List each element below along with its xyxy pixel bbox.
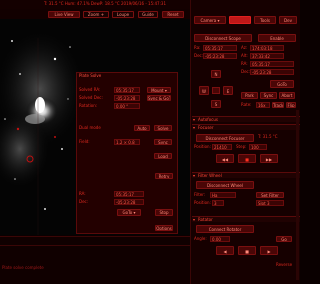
west-button[interactable]: W xyxy=(199,86,209,95)
rotation-label: Rotation: xyxy=(79,103,98,108)
sync-goto-button[interactable]: Sync & GoTo xyxy=(147,95,171,101)
rate-label: Rate: xyxy=(241,102,252,107)
dec-label: Dec: xyxy=(194,53,203,58)
tab-mount[interactable] xyxy=(229,16,251,24)
rotator-go-button[interactable]: Go xyxy=(276,236,292,242)
tab-tools[interactable]: Tools xyxy=(254,16,276,24)
focuser-step-label: Step: xyxy=(236,144,247,149)
connect-rotator-button[interactable]: Connect Rotator xyxy=(196,225,254,233)
rotator-ccw-button[interactable]: ◀ xyxy=(216,246,234,255)
az-value: 174:03:18 xyxy=(250,45,284,51)
track-button[interactable]: Track xyxy=(272,102,284,108)
solve-button[interactable]: Solve xyxy=(154,125,172,131)
log-panel: Plate solve complete xyxy=(0,236,190,284)
south-button[interactable]: S xyxy=(211,100,221,108)
slot-select[interactable]: Slot 3 xyxy=(256,200,284,206)
sync-button[interactable]: Sync xyxy=(154,139,172,145)
panel-scrollbar[interactable] xyxy=(296,110,299,280)
filter-label: Filter: xyxy=(194,192,206,197)
log-line: Plate solve complete xyxy=(2,265,44,270)
target-ra-label: RA: xyxy=(79,191,86,196)
rotation-value: 0.00 ° xyxy=(114,103,140,109)
solved-ra-label: Solved RA: xyxy=(79,87,101,92)
focus-out-button[interactable]: ▶▶ xyxy=(260,154,278,163)
ra-label: Ra: xyxy=(194,45,201,50)
filter-position-label: Position: xyxy=(194,200,211,205)
goto-select[interactable]: GoTo ▾ xyxy=(117,209,141,216)
set-filter-button[interactable]: Set Filter xyxy=(256,192,284,198)
plate-solve-dialog: Plate Solve Solved RA: 05:35:17 Mount ▾ … xyxy=(76,72,178,234)
dialog-title: Plate Solve xyxy=(79,73,102,78)
tab-dev[interactable]: Dev xyxy=(279,16,297,24)
target-dec-input[interactable]: -05:23:28 xyxy=(250,69,294,75)
rotator-angle-input[interactable]: 0.00 xyxy=(210,236,230,242)
reverse-label[interactable]: Reverse xyxy=(276,262,298,268)
toolbar: Live View Zoom + Loupe Guide Reset xyxy=(0,9,190,19)
focuser-position-label: Position: xyxy=(194,144,211,149)
alt-value: 37:33:42 xyxy=(250,53,284,59)
target-ra-input[interactable]: 05:35:17 xyxy=(250,61,294,67)
target-ra-value[interactable]: 05:35:17 xyxy=(114,191,144,197)
field-label: Field: xyxy=(79,139,90,144)
abort-button[interactable]: Abort xyxy=(279,92,295,99)
filter-position-value: 3 xyxy=(212,200,224,206)
image-viewer[interactable]: Plate Solve Solved RA: 05:35:17 Mount ▾ … xyxy=(0,19,190,235)
disconnect-wheel-button[interactable]: Disconnect Wheel xyxy=(196,181,254,189)
focuser-position-value: 21410 xyxy=(212,144,232,150)
filter-wheel-header[interactable]: Filter Wheel xyxy=(192,172,300,179)
flip-button[interactable]: Flip xyxy=(286,102,296,108)
loupe-button[interactable]: Loupe xyxy=(112,11,134,18)
disconnect-scope-button[interactable]: Disconnect Scope xyxy=(194,34,252,42)
target-dec-label: Dec: xyxy=(241,69,250,74)
target-dec-value[interactable]: -05:23:28 xyxy=(114,199,144,205)
stop-button[interactable]: Stop xyxy=(155,209,173,216)
rotator-angle-label: Angle: xyxy=(194,236,207,241)
solved-ra-value: 05:35:17 xyxy=(114,87,140,93)
reset-button[interactable]: Reset xyxy=(162,11,184,18)
guide-button[interactable]: Guide xyxy=(138,11,158,18)
ra-value: 05:35:17 xyxy=(203,45,237,51)
focuser-step-input[interactable]: 100 xyxy=(249,144,267,150)
goto-button[interactable]: GoTo xyxy=(270,80,294,88)
enable-button[interactable]: Enable xyxy=(258,34,296,42)
stop-icon[interactable] xyxy=(212,87,220,94)
alt-label: Alt: xyxy=(241,53,248,58)
target-ra-label: RA: xyxy=(241,61,248,66)
rotator-cw-button[interactable]: ▶ xyxy=(260,246,278,255)
az-label: Az: xyxy=(241,45,248,50)
autofocus-header[interactable]: Autofocus xyxy=(192,116,300,123)
tab-camera[interactable]: Camera ▾ xyxy=(194,16,226,24)
rate-select[interactable]: 16x xyxy=(256,102,270,108)
mode-select[interactable]: Mount ▾ xyxy=(147,87,171,93)
sync-button[interactable]: Sync xyxy=(260,92,277,99)
filter-select[interactable]: Ha xyxy=(210,192,236,198)
zoom-button[interactable]: Zoom + xyxy=(83,11,109,18)
north-button[interactable]: N xyxy=(211,70,221,78)
disconnect-focuser-button[interactable]: Disconnect Focuser xyxy=(196,134,254,142)
log-divider xyxy=(0,245,190,246)
rotator-stop-button[interactable]: ■ xyxy=(238,246,256,255)
load-button[interactable]: Load xyxy=(154,153,172,159)
solved-dec-label: Solved Dec: xyxy=(79,95,103,100)
east-button[interactable]: E xyxy=(223,86,233,95)
live-view-button[interactable]: Live View xyxy=(48,11,80,18)
park-button[interactable]: Park xyxy=(241,92,258,99)
solved-dec-value: -05:23:28 xyxy=(114,95,140,101)
dual-mode-label: Dual mode xyxy=(79,125,101,130)
field-value: 1.2 × 0.8 xyxy=(114,139,140,145)
auto-button[interactable]: Auto xyxy=(134,125,150,131)
focus-stop-button[interactable]: ■ xyxy=(238,154,256,163)
focuser-temp: T: 31.5 °C xyxy=(258,134,278,139)
retry-button[interactable]: Retry xyxy=(155,173,173,179)
rotator-header[interactable]: Rotator xyxy=(192,216,300,223)
focus-in-button[interactable]: ◀◀ xyxy=(216,154,234,163)
focuser-header[interactable]: Focuser xyxy=(192,124,300,131)
dec-value: -05:23:28 xyxy=(203,53,237,59)
target-dec-label: Dec: xyxy=(79,199,89,204)
options-button[interactable]: Options xyxy=(155,225,173,231)
